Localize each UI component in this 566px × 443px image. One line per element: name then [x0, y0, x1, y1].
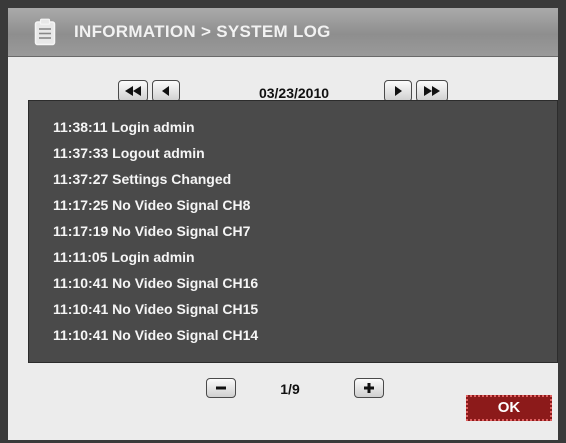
plus-icon	[364, 383, 374, 393]
next-icon	[395, 86, 402, 96]
log-entry: 11:10:41 No Video Signal CH15	[53, 301, 259, 317]
next-date-button[interactable]	[384, 80, 412, 102]
log-entry: 11:38:11 Login admin	[53, 119, 195, 135]
fast-rewind-icon	[125, 86, 141, 96]
title-bar: INFORMATION > SYSTEM LOG	[8, 8, 558, 57]
previous-page-button[interactable]	[206, 378, 236, 398]
log-list: 11:38:11 Login admin 11:37:33 Logout adm…	[28, 100, 558, 363]
log-entry: 11:17:25 No Video Signal CH8	[53, 197, 251, 213]
previous-date-button[interactable]	[152, 80, 180, 102]
fast-forward-button[interactable]	[416, 80, 448, 102]
ok-button[interactable]: OK	[466, 395, 552, 421]
page-title: INFORMATION > SYSTEM LOG	[74, 22, 331, 41]
log-entry: 11:10:41 No Video Signal CH16	[53, 275, 259, 291]
log-entry: 11:11:05 Login admin	[53, 249, 195, 265]
clipboard-icon	[34, 18, 56, 46]
system-log-window: INFORMATION > SYSTEM LOG 03/23/2010 11:3…	[8, 8, 558, 440]
page-indicator: 1/9	[280, 381, 300, 397]
log-entry: 11:37:27 Settings Changed	[53, 171, 232, 187]
log-entry: 11:10:41 No Video Signal CH14	[53, 327, 259, 343]
log-entry: 11:17:19 No Video Signal CH7	[53, 223, 251, 239]
minus-icon	[216, 386, 226, 390]
log-date: 03/23/2010	[258, 85, 330, 101]
log-entry: 11:37:33 Logout admin	[53, 145, 205, 161]
fast-forward-icon	[424, 86, 440, 96]
previous-icon	[162, 86, 169, 96]
next-page-button[interactable]	[354, 378, 384, 398]
fast-rewind-button[interactable]	[118, 80, 148, 102]
